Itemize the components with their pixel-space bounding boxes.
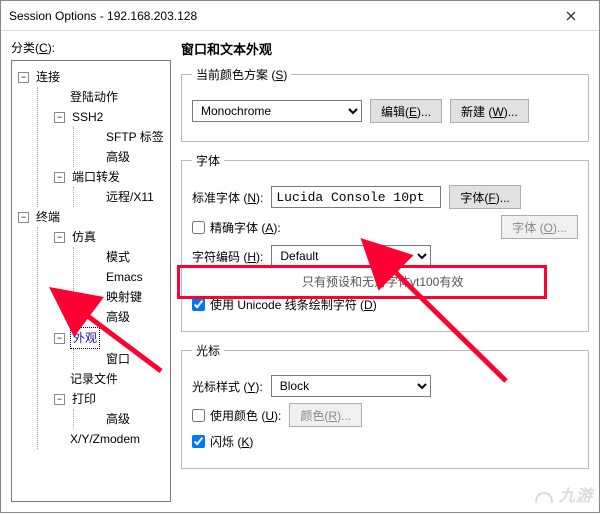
group-legend: 光标 bbox=[192, 342, 224, 359]
collapse-icon[interactable]: − bbox=[54, 172, 65, 183]
watermark: 九游 bbox=[534, 482, 593, 506]
close-icon bbox=[566, 11, 576, 21]
charset-note: 只有预设和无对字体vt100有效 bbox=[302, 273, 578, 290]
tree-print[interactable]: −打印 高级 bbox=[52, 389, 166, 429]
session-options-dialog: Session Options - 192.168.203.128 分类(C):… bbox=[0, 0, 600, 513]
group-legend: 字体 bbox=[192, 152, 224, 169]
charset-label: 字符编码 (H): bbox=[192, 248, 263, 265]
titlebar: Session Options - 192.168.203.128 bbox=[1, 1, 599, 31]
page-title: 窗口和文本外观 bbox=[181, 39, 589, 58]
tree-ssh2[interactable]: −SSH2 SFTP 标签 高级 bbox=[52, 107, 166, 167]
font-button-2: 字体 (O)... bbox=[501, 215, 578, 239]
collapse-icon[interactable]: − bbox=[18, 212, 29, 223]
color-scheme-group: 当前颜色方案 (S) Monochrome 编辑(E)... 新建 (W)... bbox=[181, 66, 589, 142]
blink-check[interactable]: 闪烁 (K) bbox=[192, 433, 253, 450]
cursor-group: 光标 光标样式 (Y): Block 使用颜色 (U): 颜色(R)... 闪烁… bbox=[181, 342, 589, 469]
tree-adv3[interactable]: 高级 bbox=[88, 409, 166, 429]
tree-remote[interactable]: 远程/X11 bbox=[88, 187, 166, 207]
tree-appearance[interactable]: −外观 窗口 bbox=[52, 327, 166, 369]
tree-window[interactable]: 窗口 bbox=[88, 349, 166, 369]
charset-select[interactable]: Default bbox=[271, 245, 431, 267]
new-button[interactable]: 新建 (W)... bbox=[450, 99, 529, 123]
window-title: Session Options - 192.168.203.128 bbox=[9, 9, 551, 23]
tree-xyz[interactable]: X/Y/Zmodem bbox=[52, 429, 166, 449]
exact-font-check[interactable]: 精确字体 (A): bbox=[192, 219, 281, 236]
font-button[interactable]: 字体(F)... bbox=[449, 185, 520, 209]
tree-sftp[interactable]: SFTP 标签 bbox=[88, 127, 166, 147]
tree-emul[interactable]: −仿真 模式 Emacs 映射键 高级 bbox=[52, 227, 166, 327]
color-button: 颜色(R)... bbox=[289, 403, 362, 427]
collapse-icon[interactable]: − bbox=[18, 72, 29, 83]
tree-emacs[interactable]: Emacs bbox=[88, 267, 166, 287]
tree-adv2[interactable]: 高级 bbox=[88, 307, 166, 327]
cursor-style-select[interactable]: Block bbox=[271, 375, 431, 397]
cursor-style-label: 光标样式 (Y): bbox=[192, 378, 263, 395]
font-group: 字体 标准字体 (N): 字体(F)... 精确字体 (A): 字体 (O)..… bbox=[181, 152, 589, 332]
collapse-icon[interactable]: − bbox=[54, 333, 65, 344]
category-label: 分类(C): bbox=[11, 39, 171, 56]
collapse-icon[interactable]: − bbox=[54, 112, 65, 123]
unicode-draw-check[interactable]: 使用 Unicode 线条绘制字符 (D) bbox=[192, 296, 377, 313]
tree-portfwd[interactable]: −端口转发 远程/X11 bbox=[52, 167, 166, 207]
collapse-icon[interactable]: − bbox=[54, 232, 65, 243]
category-pane: 分类(C): −连接 登陆动作 −SSH2 SFTP 标签 高级 bbox=[11, 39, 171, 502]
font-display bbox=[271, 186, 441, 208]
tree-login[interactable]: 登陆动作 bbox=[52, 87, 166, 107]
tree-conn[interactable]: −连接 登陆动作 −SSH2 SFTP 标签 高级 −端口转发 bbox=[16, 67, 166, 207]
tree-logfile[interactable]: 记录文件 bbox=[52, 369, 166, 389]
logo-icon bbox=[534, 489, 554, 505]
settings-pane: 窗口和文本外观 当前颜色方案 (S) Monochrome 编辑(E)... 新… bbox=[181, 39, 589, 502]
edit-button[interactable]: 编辑(E)... bbox=[370, 99, 442, 123]
color-scheme-select[interactable]: Monochrome bbox=[192, 100, 362, 122]
collapse-icon[interactable]: − bbox=[54, 394, 65, 405]
tree-term[interactable]: −终端 −仿真 模式 Emacs 映射键 高级 −外观 bbox=[16, 207, 166, 449]
use-color-check[interactable]: 使用颜色 (U): bbox=[192, 407, 281, 424]
close-button[interactable] bbox=[551, 2, 591, 30]
std-font-label: 标准字体 (N): bbox=[192, 189, 263, 206]
tree-mapkey[interactable]: 映射键 bbox=[88, 287, 166, 307]
tree-adv1[interactable]: 高级 bbox=[88, 147, 166, 167]
category-tree[interactable]: −连接 登陆动作 −SSH2 SFTP 标签 高级 −端口转发 bbox=[11, 60, 171, 502]
group-legend: 当前颜色方案 (S) bbox=[192, 66, 291, 83]
tree-mode[interactable]: 模式 bbox=[88, 247, 166, 267]
